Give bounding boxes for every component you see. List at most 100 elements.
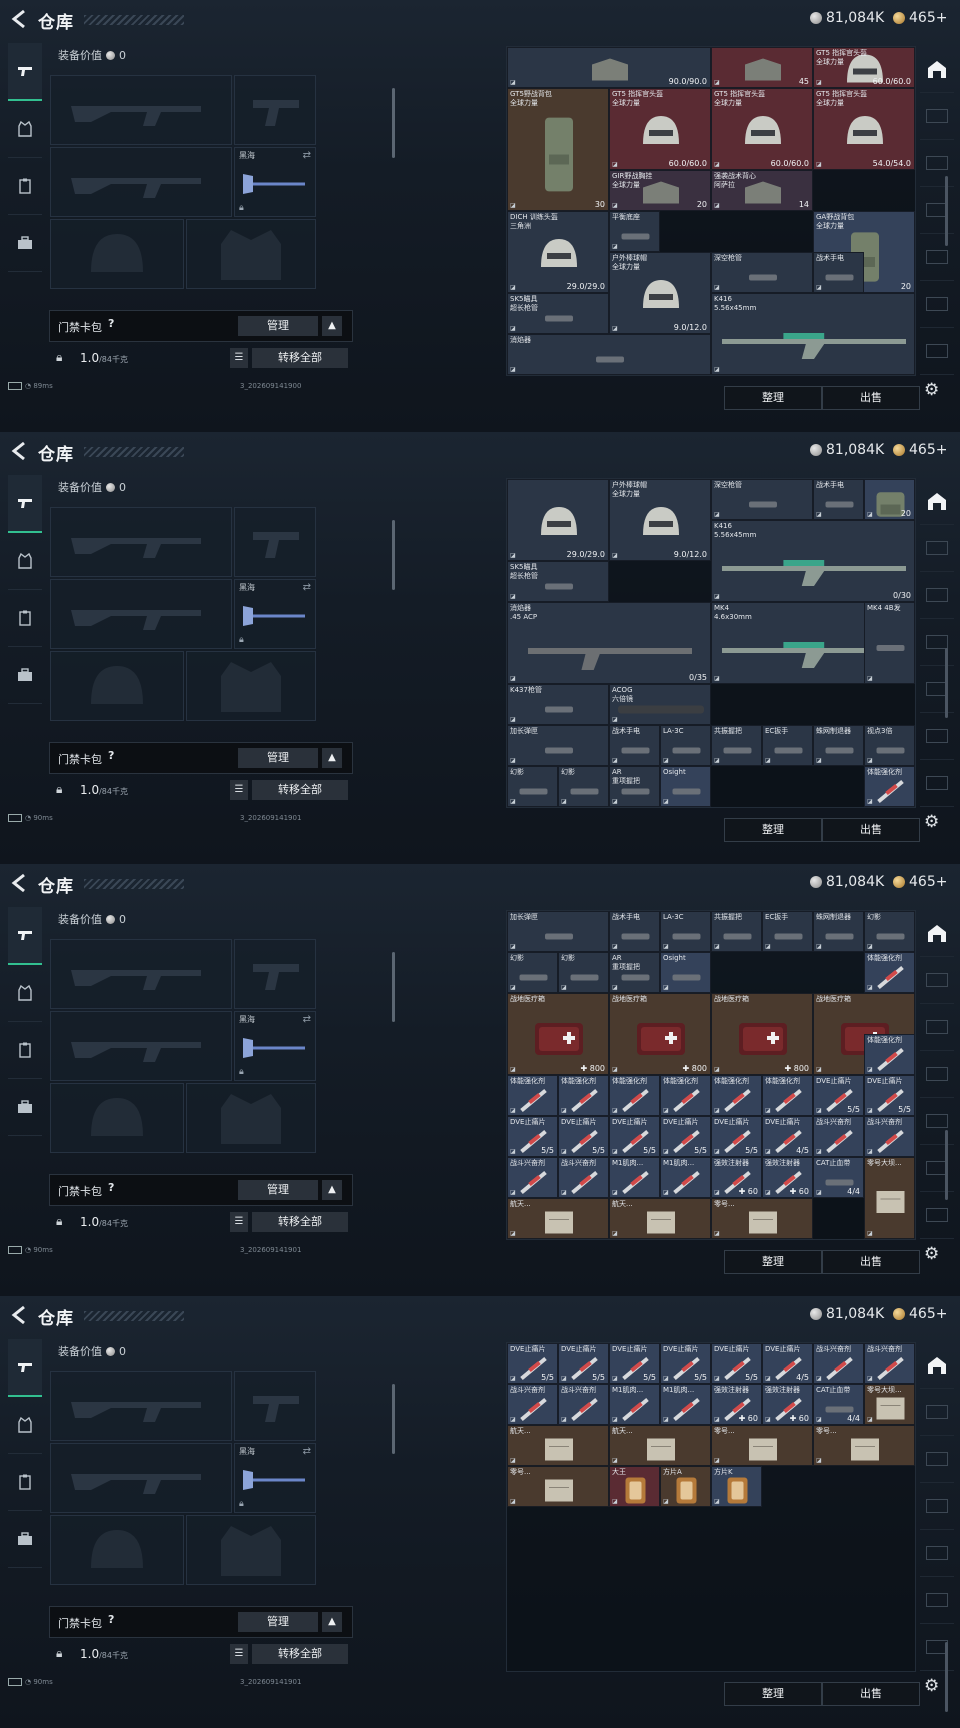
tab-consumables[interactable] bbox=[8, 590, 42, 647]
stash-item[interactable]: DVE止痛片 ◪ 5/5 bbox=[711, 1343, 762, 1384]
sell-button[interactable]: 出售 bbox=[822, 818, 920, 842]
stash-item[interactable]: ◪ 90.0/90.0 bbox=[507, 47, 711, 88]
help-icon[interactable]: ? bbox=[108, 1181, 114, 1194]
stash-item[interactable]: 幻影 ◪ bbox=[507, 766, 558, 807]
stash-item[interactable]: M1肌肉... ◪ bbox=[660, 1157, 711, 1198]
armor-slot[interactable] bbox=[186, 1515, 316, 1585]
stash-tab-main[interactable] bbox=[920, 1342, 954, 1389]
stash-item[interactable]: DVE止痛片 ◪ 4/5 bbox=[762, 1343, 813, 1384]
stash-item[interactable]: 战地医疗箱 ◪ ✚ 800 bbox=[609, 993, 711, 1075]
transfer-all-button[interactable]: 转移全部 bbox=[252, 348, 348, 368]
stash-item[interactable]: 体能强化剂 ◪ bbox=[864, 952, 915, 993]
tab-armor[interactable] bbox=[8, 965, 42, 1022]
tab-consumables[interactable] bbox=[8, 1022, 42, 1079]
sell-button[interactable]: 出售 bbox=[822, 386, 920, 410]
stash-item[interactable]: 体能强化剂 ◪ bbox=[864, 1034, 915, 1075]
stash-item[interactable]: 航天... ◪ bbox=[609, 1198, 711, 1239]
stash-item[interactable]: DICH 训练头盔 三角洲 ◪ 29.0/29.0 bbox=[507, 211, 609, 293]
stash-tab-3[interactable] bbox=[920, 1051, 954, 1098]
back-button[interactable] bbox=[10, 8, 30, 30]
gold-currency[interactable]: 465+ bbox=[893, 10, 947, 26]
stash-tab-2[interactable] bbox=[920, 140, 954, 187]
stash-item[interactable]: GT5野战背包 全球力量 ◪ 30 bbox=[507, 88, 609, 211]
stash-item[interactable]: 体能强化剂 ◪ bbox=[762, 1075, 813, 1116]
sidearm-slot[interactable] bbox=[234, 939, 316, 1009]
stash-item[interactable]: 幻影 ◪ bbox=[507, 952, 558, 993]
tab-consumables[interactable] bbox=[8, 1454, 42, 1511]
stash-item[interactable]: 视点3倍 ◪ bbox=[864, 725, 915, 766]
stash-item[interactable]: M1肌肉... ◪ bbox=[660, 1384, 711, 1425]
help-icon[interactable]: ? bbox=[108, 749, 114, 762]
stash-item[interactable]: 大王 ◪ bbox=[609, 1466, 660, 1507]
melee-slot[interactable]: 黑海 ⇄ 🔒︎ bbox=[234, 1443, 316, 1513]
stash-tab-main[interactable] bbox=[920, 910, 954, 957]
stash-item[interactable]: DVE止痛片 ◪ 5/5 bbox=[660, 1116, 711, 1157]
help-icon[interactable]: ? bbox=[108, 1613, 114, 1626]
stash-item[interactable]: 体能强化剂 ◪ bbox=[711, 1075, 762, 1116]
gear-icon[interactable]: ⚙ bbox=[924, 1676, 946, 1698]
gold-currency[interactable]: 465+ bbox=[893, 874, 947, 890]
stash-item[interactable]: 战术手电 ◪ bbox=[813, 252, 864, 293]
stash-item[interactable]: 深空枪管 ◪ bbox=[711, 252, 813, 293]
stash-tab-6[interactable] bbox=[920, 1192, 954, 1239]
stash-item[interactable]: 战斗兴奋剂 ◪ bbox=[507, 1157, 558, 1198]
stash-item[interactable]: DVE止痛片 ◪ 5/5 bbox=[558, 1343, 609, 1384]
stash-item[interactable]: EC扳手 ◪ bbox=[762, 725, 813, 766]
transfer-all-button[interactable]: 转移全部 bbox=[252, 1212, 348, 1232]
stash-tab-3[interactable] bbox=[920, 187, 954, 234]
stash-tab-5[interactable] bbox=[920, 713, 954, 760]
gear-icon[interactable]: ⚙ bbox=[924, 1244, 946, 1266]
stash-item[interactable]: K416 5.56x45mm ◪ 0/30 bbox=[711, 520, 915, 602]
loadout-scrollbar[interactable] bbox=[392, 520, 395, 590]
stash-item[interactable]: 方片A ◪ bbox=[660, 1466, 711, 1507]
stash-item[interactable]: GIR野战胸挂 全球力量 ◪ 20 bbox=[609, 170, 711, 211]
stash-tab-2[interactable] bbox=[920, 1436, 954, 1483]
stash-item[interactable]: ◪ 20 bbox=[864, 479, 915, 520]
stash-tab-2[interactable] bbox=[920, 572, 954, 619]
stash-grid-panel[interactable]: ◪ 29.0/29.0 户外棒球帽 全球力量 ◪ 9.0/12.0 深空枪管 ◪ 战术手电 ◪ ◪… bbox=[506, 478, 916, 808]
manage-button[interactable]: 管理 bbox=[238, 1180, 318, 1200]
helmet-slot[interactable] bbox=[50, 1083, 184, 1153]
stash-item[interactable]: 蛛网制退器 ◪ bbox=[813, 725, 864, 766]
stash-item[interactable]: CAT止血带 ◪ 4/4 bbox=[813, 1157, 864, 1198]
tab-briefcase[interactable] bbox=[8, 647, 42, 704]
stash-item[interactable]: 航天... ◪ bbox=[507, 1198, 609, 1239]
stash-item[interactable]: 强效注射器 ◪ ✚ 60 bbox=[762, 1157, 813, 1198]
stash-item[interactable]: 加长弹匣 ◪ bbox=[507, 911, 609, 952]
stash-item[interactable]: 零号... ◪ bbox=[813, 1425, 915, 1466]
gear-icon[interactable]: ⚙ bbox=[924, 380, 946, 402]
stash-item[interactable]: GT5 指挥官头盔 全球力量 ◪ 54.0/54.0 bbox=[813, 88, 915, 170]
stash-item[interactable]: MK4 4B发 ◪ bbox=[864, 602, 915, 684]
stash-item[interactable]: 零号... ◪ bbox=[711, 1425, 813, 1466]
gear-icon[interactable]: ⚙ bbox=[924, 812, 946, 834]
stash-tab-4[interactable] bbox=[920, 234, 954, 281]
stash-item[interactable]: DVE止痛片 ◪ 5/5 bbox=[864, 1075, 915, 1116]
stash-item[interactable]: 幻影 ◪ bbox=[558, 766, 609, 807]
chevron-up-icon[interactable]: ▲ bbox=[322, 1180, 342, 1200]
stash-tab-3[interactable] bbox=[920, 1483, 954, 1530]
list-icon[interactable]: ☰ bbox=[230, 780, 248, 800]
stash-item[interactable]: 战地医疗箱 ◪ ✚ 800 bbox=[507, 993, 609, 1075]
list-icon[interactable]: ☰ bbox=[230, 1212, 248, 1232]
melee-slot[interactable]: 黑海 ⇄ 🔒︎ bbox=[234, 579, 316, 649]
stash-item[interactable]: 战斗兴奋剂 ◪ bbox=[864, 1343, 915, 1384]
stash-item[interactable]: 幻影 ◪ bbox=[864, 911, 915, 952]
stash-item[interactable]: 方片K ◪ bbox=[711, 1466, 762, 1507]
stash-scrollbar[interactable] bbox=[945, 1642, 948, 1712]
sidearm-slot[interactable] bbox=[234, 507, 316, 577]
armor-slot[interactable] bbox=[186, 1083, 316, 1153]
sell-button[interactable]: 出售 bbox=[822, 1682, 920, 1706]
stash-tab-main[interactable] bbox=[920, 46, 954, 93]
tab-weapons[interactable] bbox=[8, 1339, 42, 1397]
stash-item[interactable]: LA-3C ◪ bbox=[660, 725, 711, 766]
sidearm-slot[interactable] bbox=[234, 1371, 316, 1441]
stash-tab-4[interactable] bbox=[920, 1098, 954, 1145]
chevron-up-icon[interactable]: ▲ bbox=[322, 1612, 342, 1632]
stash-tab-1[interactable] bbox=[920, 957, 954, 1004]
stash-item[interactable]: DVE止痛片 ◪ 5/5 bbox=[711, 1116, 762, 1157]
loadout-scrollbar[interactable] bbox=[392, 1384, 395, 1454]
stash-item[interactable]: 共振握把 ◪ bbox=[711, 725, 762, 766]
sort-button[interactable]: 整理 bbox=[724, 386, 822, 410]
stash-item[interactable]: 蛛网制退器 ◪ bbox=[813, 911, 864, 952]
stash-item[interactable]: LA-3C ◪ bbox=[660, 911, 711, 952]
